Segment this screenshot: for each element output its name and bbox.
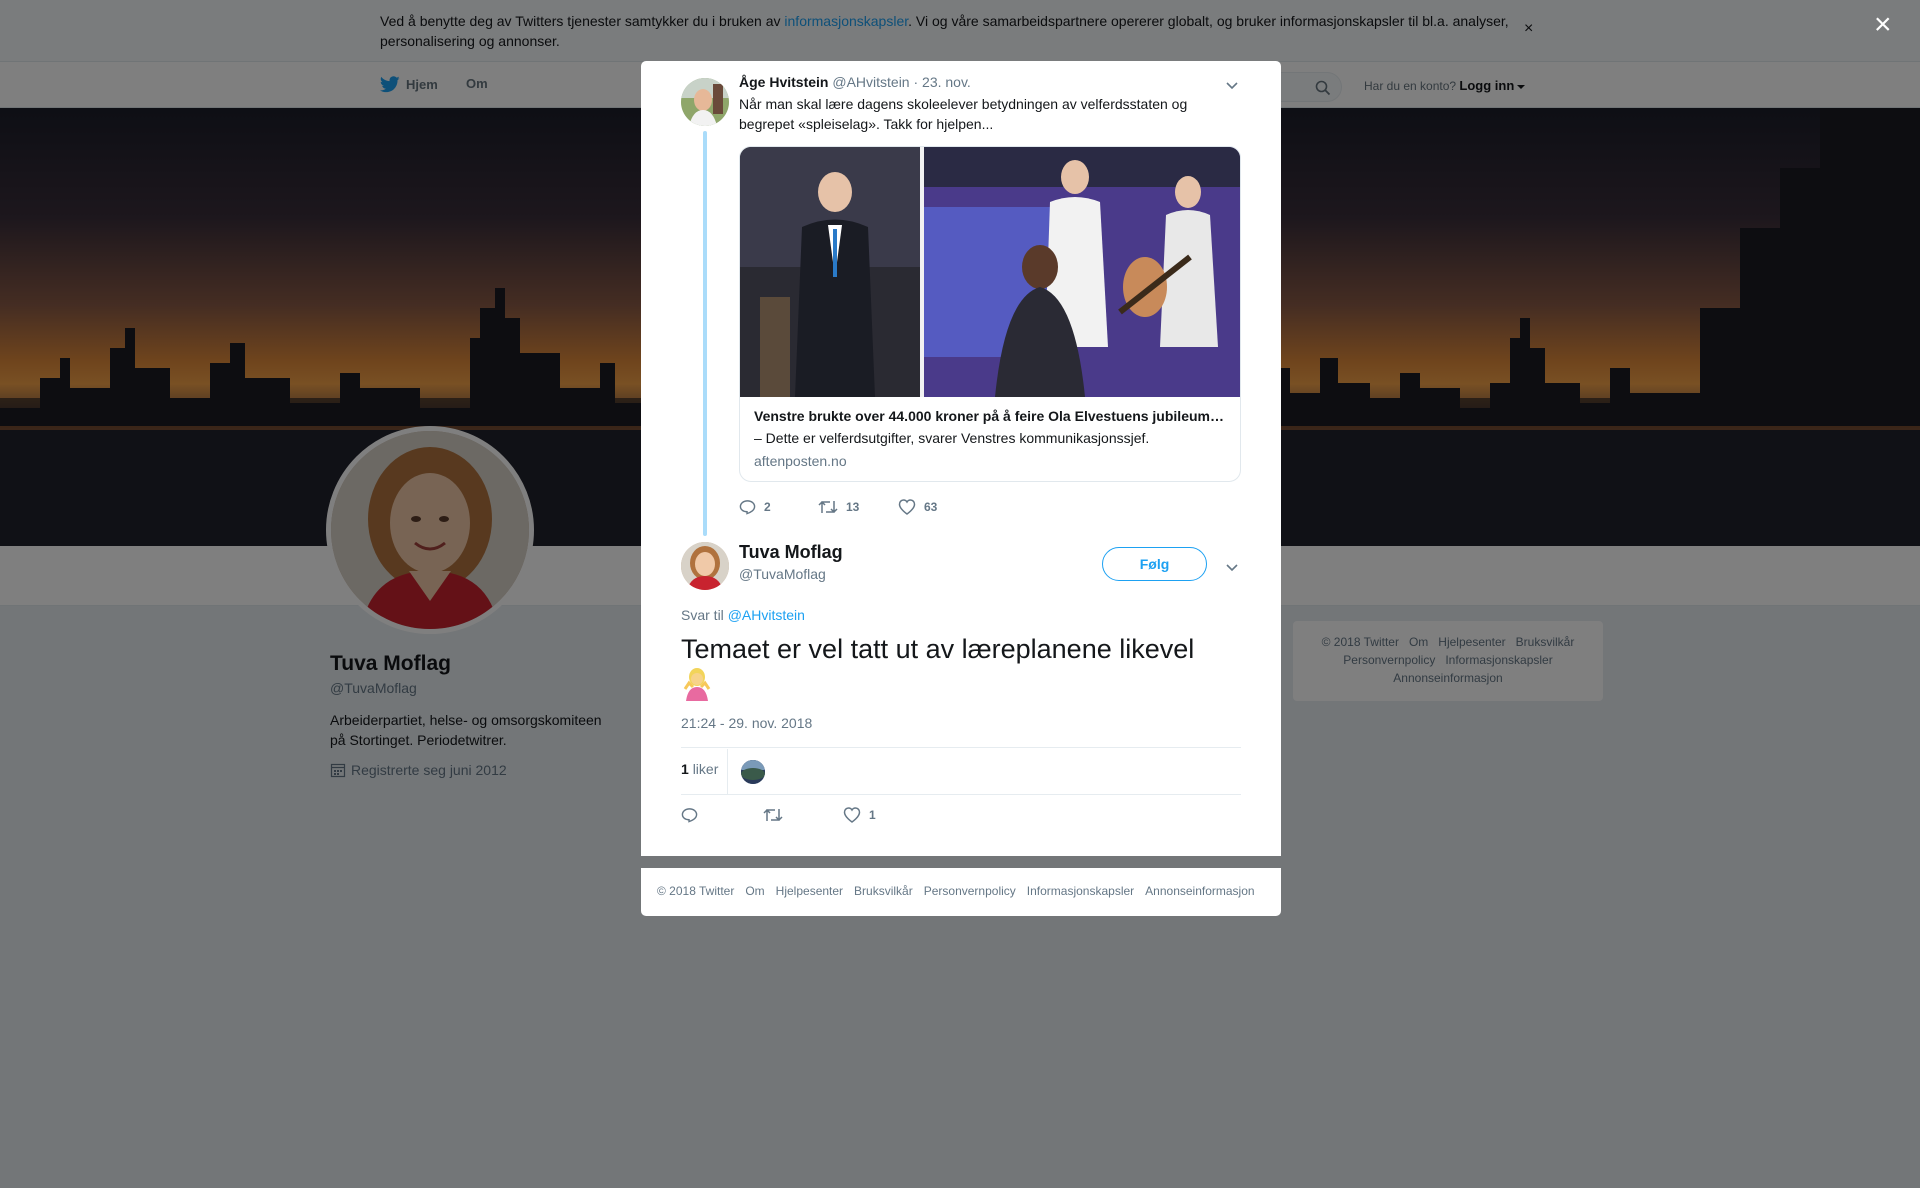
main-like-count: 1 [869,808,876,822]
main-avatar-photo [681,542,729,590]
link-card-image [740,147,1240,397]
main-tweet-handle[interactable]: @TuvaMoflag [739,566,826,582]
tweet-permalink-modal: Åge Hvitstein @AHvitstein · 23. nov. Når… [641,61,1281,856]
main-tweet-name[interactable]: Tuva Moflag [739,542,843,563]
main-tweet-actions: 1 [681,807,876,823]
heart-icon [898,499,916,515]
main-tweet-text-content: Temaet er vel tatt ut av læreplanene lik… [681,634,1195,664]
main-tweet-text: Temaet er vel tatt ut av læreplanene lik… [681,631,1241,710]
modal-footer-link-about[interactable]: Om [745,884,764,898]
chevron-down-icon[interactable] [1225,559,1239,577]
parent-tweet-header: Åge Hvitstein @AHvitstein · 23. nov. [739,74,971,90]
reply-icon [681,808,698,823]
reply-icon [739,500,756,515]
likes-stat[interactable]: 1 liker [681,761,718,777]
chevron-down-icon[interactable] [1225,77,1239,95]
parent-tweet-text: Når man skal lære dagens skoleelever bet… [739,96,1188,132]
reply-to-context: Svar til @AHvitstein [681,607,805,623]
parent-retweet-count: 13 [846,500,860,514]
likes-label: liker [692,761,719,777]
parent-tweet-name[interactable]: Åge Hvitstein [739,74,828,90]
liker-photo [741,760,765,784]
link-card[interactable]: Venstre brukte over 44.000 kroner på å f… [739,146,1241,482]
modal-footer-link-ads[interactable]: Annonseinformasjon [1145,884,1254,898]
follow-button[interactable]: Følg [1102,547,1207,581]
modal-footer-link-terms[interactable]: Bruksvilkår [854,884,913,898]
parent-like-count: 63 [924,500,938,514]
parent-tweet-separator: · [913,74,919,90]
link-card-description: – Dette er velferdsutgifter, svarer Vens… [754,430,1150,446]
parent-tweet-actions: 2 13 63 [739,499,937,515]
stats-divider-bottom [681,794,1241,795]
parent-tweet-handle[interactable]: @AHvitstein [832,74,909,90]
parent-avatar-photo [681,78,729,126]
main-retweet-button[interactable] [763,807,843,823]
stats-divider-top [681,747,1241,748]
parent-like-button[interactable]: 63 [898,499,937,515]
modal-footer-copyright: © 2018 Twitter [657,884,735,898]
modal-footer-link-cookies[interactable]: Informasjonskapsler [1027,884,1134,898]
link-card-title: Venstre brukte over 44.000 kroner på å f… [754,408,1224,424]
card-photo [740,147,1240,397]
main-like-button[interactable]: 1 [843,807,876,823]
reply-to-label: Svar til [681,607,724,623]
close-modal-button[interactable]: × [1874,10,1892,40]
main-reply-button[interactable] [681,807,763,823]
thread-connector-line [703,131,707,536]
reply-to-handle-link[interactable]: @AHvitstein [728,607,805,623]
modal-footer-link-help[interactable]: Hjelpesenter [776,884,843,898]
likes-count: 1 [681,761,689,777]
link-card-domain: aftenposten.no [754,453,847,469]
person-shrugging-emoji [681,667,713,710]
heart-icon [843,807,861,823]
retweet-icon [763,808,783,822]
parent-reply-count: 2 [764,500,771,514]
parent-tweet-date[interactable]: 23. nov. [922,74,971,90]
parent-reply-button[interactable]: 2 [739,499,818,515]
main-tweet-timestamp[interactable]: 21:24 - 29. nov. 2018 [681,715,812,731]
main-tweet-avatar[interactable] [681,542,729,590]
likes-separator [727,749,728,795]
modal-footer-link-privacy[interactable]: Personvernpolicy [924,884,1016,898]
parent-tweet-avatar[interactable] [681,78,729,126]
modal-footer: © 2018 Twitter Om Hjelpesenter Bruksvilkår P… [641,868,1281,916]
liker-avatar[interactable] [741,760,765,784]
retweet-icon [818,500,838,514]
parent-retweet-button[interactable]: 13 [818,499,898,515]
